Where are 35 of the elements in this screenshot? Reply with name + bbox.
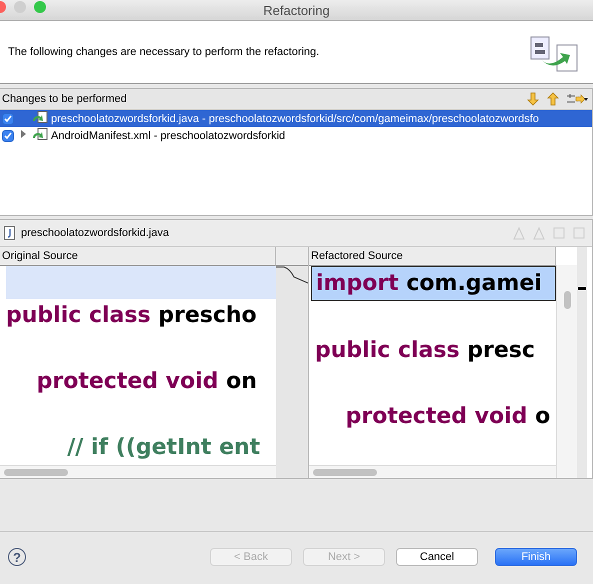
file-name: preschoolatozwordsforkid.java <box>21 227 169 239</box>
scrollbar-thumb[interactable] <box>313 468 377 476</box>
zoom-icon[interactable] <box>34 1 46 13</box>
next-change-icon[interactable] <box>552 226 566 240</box>
code-line: public class prescho <box>6 302 258 330</box>
up-arrow-icon[interactable] <box>546 92 560 106</box>
checkbox[interactable] <box>2 130 14 142</box>
dialog-button[interactable]: Cancel <box>396 548 478 566</box>
pane-title: Refactored Source <box>309 247 556 266</box>
java-file-icon <box>4 226 15 240</box>
code-line: public class presc <box>315 337 536 365</box>
window-title: Refactoring <box>263 2 330 18</box>
checkbox[interactable] <box>2 112 14 124</box>
filter-menu-icon[interactable] <box>566 92 588 106</box>
help-button[interactable]: ? <box>8 548 26 566</box>
refresh-file-icon <box>32 111 48 126</box>
code-line: // if ((getInt ent <box>66 434 262 462</box>
refresh-file-icon <box>32 128 48 143</box>
change-item[interactable]: AndroidManifest.xml - preschoolatozwordsforkid <box>0 127 592 144</box>
change-item[interactable]: preschoolatozwordsforkid.java - preschoolatozwordsforkid/src/com/gameimax/preschoolatozwordsfo <box>0 110 592 127</box>
next-difference-icon[interactable] <box>512 226 526 240</box>
down-arrow-icon[interactable] <box>526 92 540 106</box>
minimize-icon[interactable] <box>14 1 26 13</box>
panel-title: Changes to be performed <box>2 93 127 105</box>
scrollbar-thumb[interactable] <box>4 468 68 476</box>
connector-line <box>276 266 308 286</box>
code-line: protected void o <box>344 403 552 431</box>
pane-title: Original Source <box>0 247 276 266</box>
scrollbar-thumb[interactable] <box>564 291 570 309</box>
code-line: protected void on <box>36 368 258 396</box>
description-text: The following changes are necessary to perform the refactoring. <box>8 46 320 58</box>
previous-change-icon[interactable] <box>572 226 586 240</box>
dialog-button[interactable]: Finish <box>495 548 577 566</box>
previous-difference-icon[interactable] <box>532 226 546 240</box>
change-marker <box>578 287 586 290</box>
